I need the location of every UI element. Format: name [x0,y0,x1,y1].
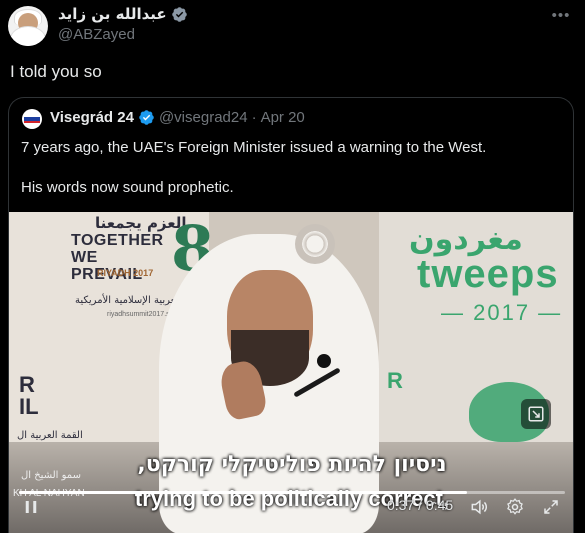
quoted-header: Visegrád 24 @visegrad24 · Apr 20 [50,109,305,126]
subtitle-hebrew: ניסיון להיות פוליטיקלי קורקט, [137,452,447,477]
fullscreen-button[interactable] [537,495,565,519]
avatar-garment [10,26,46,46]
quoted-display-name[interactable]: Visegrád 24 [50,109,134,126]
author-handle[interactable]: @ABZayed [58,26,135,43]
gear-icon [507,498,523,515]
video-progress-bar[interactable] [19,491,565,494]
tweet-text: I told you so [10,62,102,81]
pause-button[interactable] [17,495,45,519]
verified-badge-icon [171,6,187,22]
quoted-handle[interactable]: @visegrad24 [159,109,248,126]
quoted-separator: · [251,109,257,126]
microphone-icon [317,354,331,368]
backdrop-right-year: — 2017 — [441,300,563,325]
backdrop-riyadh-label: RIYADH 2017 [97,268,154,278]
backdrop-right-title: tweeps [417,252,559,296]
backdrop-left-partial: R IL [19,372,39,419]
volume-icon [471,499,488,515]
backdrop-left-partial-arabic: القمة العربية ال [17,430,83,441]
author-name-row[interactable]: عبدالله بن زايد [58,5,188,23]
quoted-avatar[interactable] [22,109,42,129]
fullscreen-icon [544,500,558,514]
verified-badge-icon [139,110,154,125]
author-avatar[interactable] [8,6,48,46]
expand-video-button[interactable] [521,399,551,429]
backdrop-left-url: riyadhsummit2017.sa [107,311,174,318]
author-display-name[interactable]: عبدالله بن زايد [58,5,167,23]
backdrop-right-partial: R [387,368,403,393]
volume-button[interactable] [465,495,493,519]
quoted-text-line-2: His words now sound prophetic. [21,179,234,196]
more-icon: ••• [551,6,571,24]
tweet[interactable]: عبدالله بن زايد @ABZayed ••• I told you … [0,0,585,533]
settings-button[interactable] [501,495,529,519]
quoted-tweet[interactable]: Visegrád 24 @visegrad24 · Apr 20 7 years… [8,97,574,533]
backdrop-fan-decor [295,224,335,264]
more-options-button[interactable]: ••• [549,5,573,25]
video-progress-fill [19,491,467,494]
expand-icon [528,406,544,422]
quoted-avatar-stripe-red [24,121,40,123]
video-player[interactable]: العزم يجمعنا TOGETHER WE PREVAIL RIYADH … [9,212,573,533]
quoted-date[interactable]: Apr 20 [261,109,305,126]
quoted-text-line-1: 7 years ago, the UAE's Foreign Minister … [21,139,487,156]
pause-icon [25,501,37,513]
video-time: 0:37 / 0:45 [387,497,454,513]
